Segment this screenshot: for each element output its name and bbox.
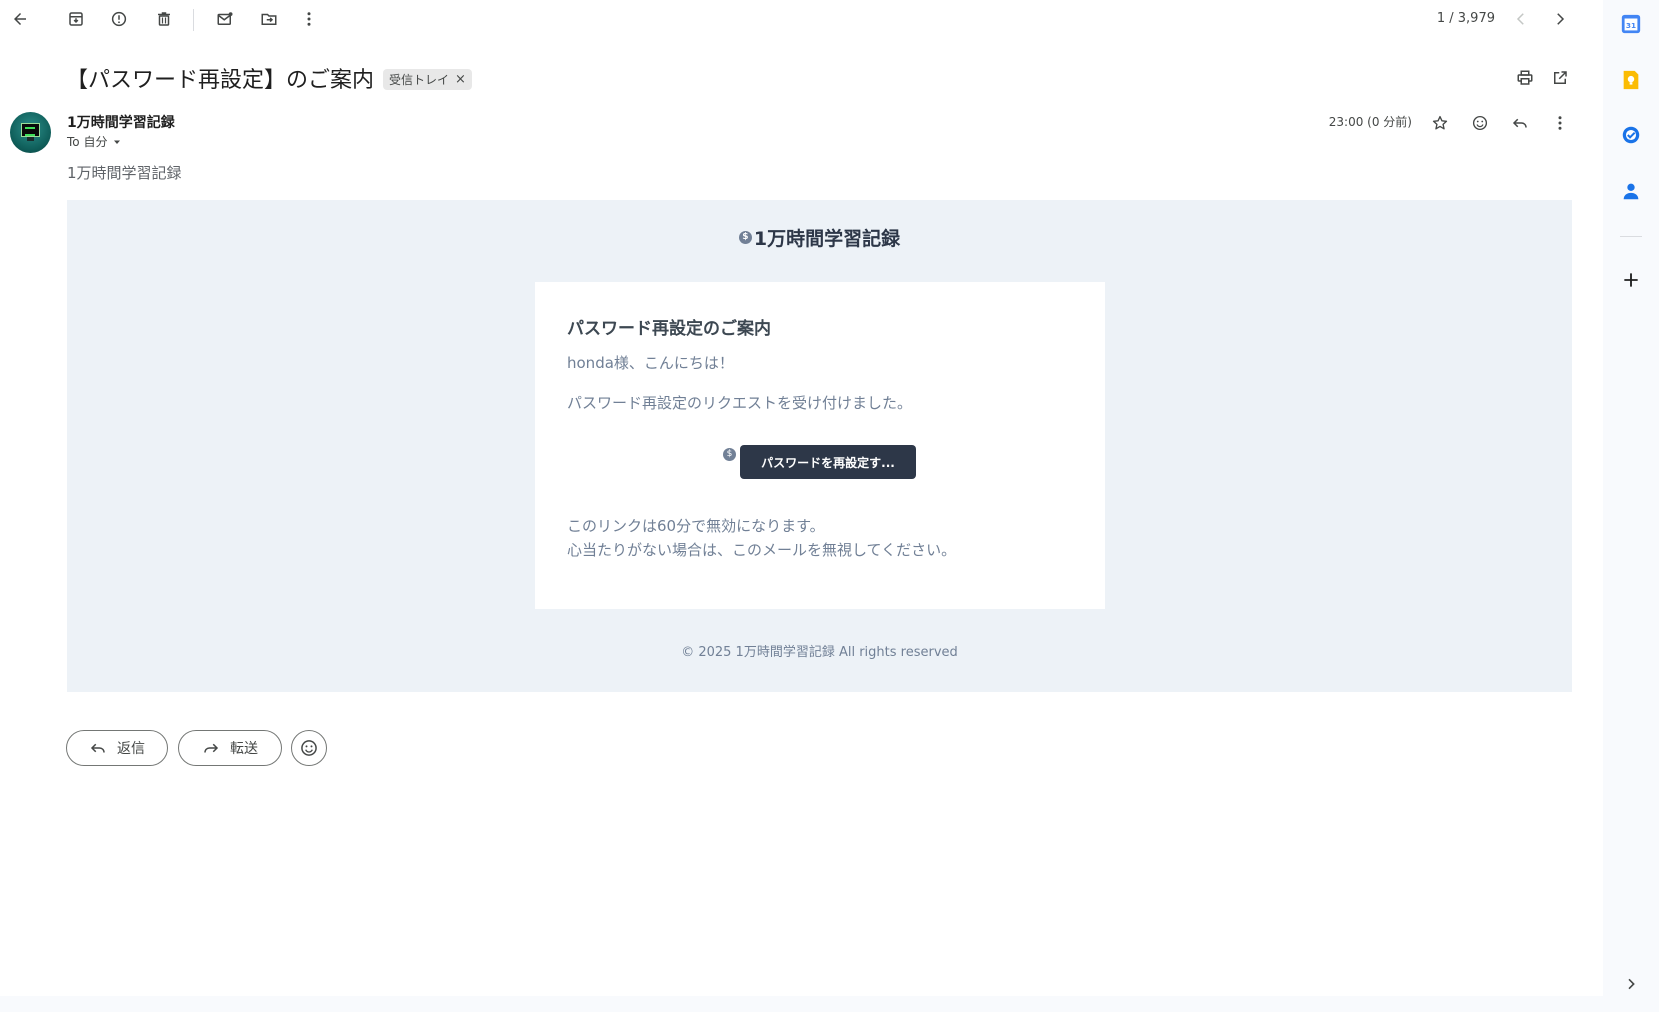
emoji-icon [1472, 115, 1488, 131]
add-icon [1624, 273, 1638, 287]
reply-icon-button[interactable] [1505, 108, 1535, 138]
brand-header[interactable]: $1万時間学習記録 [67, 224, 1572, 251]
calendar-day: 31 [1626, 21, 1636, 30]
archive-button[interactable] [61, 4, 91, 34]
add-addon-button[interactable] [1617, 266, 1645, 294]
newer-button[interactable] [1506, 4, 1536, 34]
greeting-text: honda様、こんにちは！ [567, 354, 734, 372]
star-icon [1432, 115, 1448, 130]
emoji-icon [301, 740, 317, 756]
open-in-new-icon [1554, 71, 1567, 84]
mark-unread-button[interactable] [210, 4, 240, 34]
print-button[interactable] [1510, 63, 1540, 93]
emoji-reaction-button[interactable] [291, 730, 327, 766]
card-title: パスワード再設定のご案内 [567, 319, 771, 339]
contacts-icon [1623, 183, 1639, 200]
reply-icon [90, 743, 105, 753]
pager-count: 1 / 3,979 [1436, 11, 1495, 26]
add-reaction-button[interactable] [1465, 108, 1495, 138]
reply-icon [1512, 118, 1527, 128]
remove-label-icon[interactable]: × [455, 72, 466, 87]
show-side-panel-button[interactable] [1617, 970, 1645, 998]
calendar-icon: 31 [1621, 14, 1641, 34]
chevron-right-icon [1628, 978, 1635, 990]
recipient-text: To 自分 [67, 135, 108, 149]
reply-label: 返信 [117, 741, 145, 757]
more-actions-button[interactable] [294, 4, 324, 34]
open-new-window-button[interactable] [1545, 63, 1575, 93]
star-button[interactable] [1425, 108, 1455, 138]
copyright-footer: © 2025 1万時間学習記録 All rights reserved [681, 645, 958, 660]
caret-down-icon [114, 140, 121, 144]
trash-icon [158, 12, 170, 26]
side-panel-divider [1620, 236, 1642, 237]
email-preheader: 1万時間学習記録 [67, 164, 182, 182]
tasks-app-button[interactable] [1617, 121, 1645, 149]
back-button[interactable] [5, 4, 35, 34]
expiry-note: このリンクは60分で無効になります。 [567, 517, 825, 535]
report-spam-icon [111, 11, 127, 27]
reset-button-wrap: $ パスワードを再設定す... [723, 445, 916, 479]
keep-app-button[interactable] [1617, 66, 1645, 94]
keep-icon [1623, 70, 1639, 90]
calendar-app-button[interactable]: 31 [1617, 10, 1645, 38]
report-spam-button[interactable] [104, 4, 134, 34]
contacts-app-button[interactable] [1617, 177, 1645, 205]
inbox-label-chip: 受信トレイ × [383, 69, 472, 90]
reply-button[interactable]: 返信 [66, 730, 168, 766]
message-more-button[interactable] [1545, 108, 1575, 138]
email-view: 1 / 3,979 【パスワード再設定】のご案内 受信トレイ × 1万時間学習記… [0, 0, 1603, 996]
email-subject: 【パスワード再設定】のご案内 [66, 68, 375, 93]
toolbar-divider [193, 9, 194, 31]
request-text: パスワード再設定のリクエストを受け付けました。 [567, 394, 913, 412]
print-icon [1517, 70, 1533, 85]
more-vert-icon [1558, 116, 1562, 130]
move-to-button[interactable] [254, 4, 284, 34]
older-button[interactable] [1545, 4, 1575, 34]
chevron-left-icon [1516, 13, 1524, 25]
email-timestamp: 23:00 (0 分前) [1328, 115, 1412, 129]
dollar-badge-icon: $ [738, 231, 752, 244]
dollar-badge-icon: $ [723, 448, 736, 461]
forward-label: 転送 [230, 741, 258, 757]
forward-icon [204, 743, 219, 753]
more-vert-icon [307, 12, 311, 26]
bottom-strip [0, 996, 1603, 1012]
delete-button[interactable] [149, 4, 179, 34]
email-body: $1万時間学習記録 パスワード再設定のご案内 honda様、こんにちは！ パスワ… [67, 200, 1572, 692]
archive-icon [69, 12, 83, 26]
ignore-note: 心当たりがない場合は、このメールを無視してください。 [567, 541, 957, 559]
sender-avatar[interactable] [10, 112, 51, 153]
move-to-folder-icon [261, 13, 277, 25]
forward-button[interactable]: 転送 [178, 730, 282, 766]
brand-name: 1万時間学習記録 [753, 228, 901, 250]
sender-name: 1万時間学習記録 [67, 115, 175, 131]
tasks-icon [1622, 126, 1640, 144]
side-panel [1603, 0, 1659, 1012]
reset-password-button[interactable]: パスワードを再設定す... [740, 445, 916, 479]
message-card: パスワード再設定のご案内 honda様、こんにちは！ パスワード再設定のリクエス… [535, 282, 1105, 609]
inbox-label-text: 受信トレイ [389, 73, 450, 87]
arrow-left-icon [14, 13, 26, 25]
mark-unread-icon [217, 12, 233, 25]
avatar-monitor-graphic [21, 123, 40, 137]
chevron-right-icon [1557, 13, 1565, 25]
recipient-line[interactable]: To 自分 [67, 133, 123, 150]
